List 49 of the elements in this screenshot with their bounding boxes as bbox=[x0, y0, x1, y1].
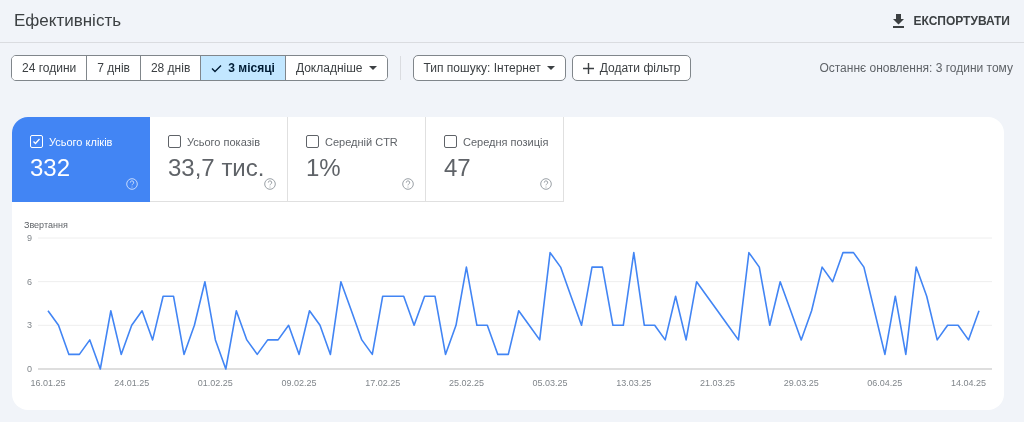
page-title: Ефективність bbox=[14, 11, 122, 31]
x-tick-label: 17.02.25 bbox=[365, 378, 401, 388]
metric-value: 1% bbox=[306, 154, 341, 182]
metric-label: Усього показів bbox=[187, 135, 260, 148]
metric-value: 332 bbox=[30, 154, 71, 182]
caret-icon bbox=[368, 66, 377, 70]
help-icon[interactable] bbox=[540, 178, 552, 190]
metric-label: Усього кліків bbox=[49, 135, 113, 148]
last-update-text: Останнє оновлення: 3 години тому bbox=[819, 61, 1013, 75]
y-axis-title: Звертання bbox=[24, 220, 68, 230]
x-tick-label: 21.03.25 bbox=[699, 378, 735, 388]
x-tick-label: 01.02.25 bbox=[197, 378, 233, 388]
date-range-button[interactable]: 24 години bbox=[12, 56, 88, 80]
x-tick-label: 06.04.25 bbox=[867, 378, 903, 388]
date-range-button[interactable]: 3 місяці bbox=[201, 56, 286, 80]
x-tick-label: 09.02.25 bbox=[281, 378, 317, 388]
y-tick-label: 3 bbox=[27, 320, 32, 331]
y-tick-label: 6 bbox=[27, 276, 32, 287]
metric-value: 33,7 тис. bbox=[168, 154, 265, 182]
metric-label: Середня позиція bbox=[463, 135, 549, 148]
metric-tile[interactable]: Усього кліків 332 bbox=[12, 117, 150, 202]
x-tick-label: 29.03.25 bbox=[783, 378, 819, 388]
y-tick-label: 9 bbox=[27, 233, 32, 243]
x-tick-label: 13.03.25 bbox=[616, 378, 652, 388]
x-tick-label: 25.02.25 bbox=[448, 378, 484, 388]
metric-label: Середній CTR bbox=[325, 135, 398, 148]
metric-tile[interactable]: Середній CTR 1% bbox=[288, 117, 426, 202]
metric-tile[interactable]: Усього показів 33,7 тис. bbox=[150, 117, 288, 202]
checked-checkbox-icon[interactable] bbox=[30, 135, 43, 148]
y-tick-label: 0 bbox=[27, 364, 32, 374]
export-button[interactable]: ЕКСПОРТУВАТИ bbox=[892, 10, 1010, 32]
help-icon[interactable] bbox=[402, 178, 414, 190]
x-tick-label: 24.01.25 bbox=[114, 378, 150, 388]
x-tick-label: 16.01.25 bbox=[30, 378, 66, 388]
add-filter-button[interactable]: Додати фільтр bbox=[571, 55, 692, 81]
download-icon bbox=[892, 14, 906, 28]
help-icon[interactable] bbox=[264, 178, 276, 190]
metric-tile[interactable]: Середня позиція 47 bbox=[426, 117, 564, 202]
checkbox-icon[interactable] bbox=[444, 135, 457, 148]
metric-value: 47 bbox=[444, 154, 471, 182]
check-icon bbox=[211, 63, 223, 73]
caret-icon bbox=[546, 66, 555, 70]
checkbox-icon[interactable] bbox=[306, 135, 319, 148]
x-tick-label: 14.04.25 bbox=[951, 378, 987, 388]
x-tick-label: 05.03.25 bbox=[532, 378, 568, 388]
plus-icon bbox=[582, 62, 594, 74]
help-icon[interactable] bbox=[126, 178, 138, 190]
search-type-dropdown[interactable]: Тип пошуку: Інтернет bbox=[412, 55, 566, 81]
checkbox-icon[interactable] bbox=[168, 135, 181, 148]
